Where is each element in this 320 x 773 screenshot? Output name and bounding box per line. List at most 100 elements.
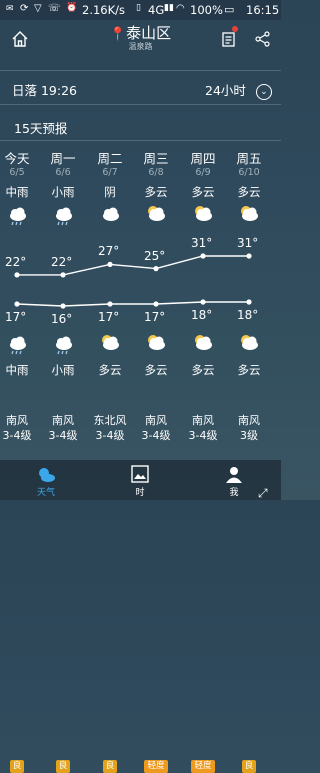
phone-icon: ☏ (48, 3, 61, 14)
wind-info: 南风 3-4级 (133, 413, 179, 443)
tab-me[interactable]: 我 (206, 460, 262, 500)
low-temp-line-point (107, 301, 113, 307)
forecast-condition-day: 中雨 (5, 185, 29, 199)
wind-info: 南风 3-4级 (180, 413, 226, 443)
clock-time: 16:15 (246, 3, 280, 17)
wind-direction: 南风 (145, 414, 167, 427)
aqi-badge: 良 (87, 380, 133, 773)
forecast-condition-day: 多云 (191, 185, 215, 199)
forecast-date: 6/10 (238, 167, 260, 178)
forecast-condition-night: 多云 (144, 363, 168, 377)
wind-level: 3-4级 (188, 429, 218, 442)
tab-weather[interactable]: 天气 (18, 460, 74, 500)
sunset-time: 日落 19:26 (12, 83, 77, 98)
low-temp-line (16, 301, 249, 307)
low-temp-line-point (14, 301, 20, 307)
wind-direction: 南风 (6, 414, 28, 427)
aqi-badge: 轻度 (180, 380, 226, 773)
high-temp-line-point (153, 266, 159, 272)
forecast-condition-day: 多云 (237, 185, 261, 199)
app-notification-icon: ✉ (6, 4, 14, 14)
high-temp-line-point (60, 272, 66, 278)
signal-label: 4G (148, 3, 165, 17)
high-temp-line-point (14, 272, 20, 278)
low-temp-line-point (200, 299, 206, 305)
forecast-condition-night: 小雨 (51, 363, 75, 377)
forecast-condition-night: 多云 (98, 363, 122, 377)
forecast-date: 6/9 (195, 167, 211, 178)
forecast-condition-day: 小雨 (51, 185, 75, 199)
alarm-icon: ⏰ (66, 3, 78, 13)
network-speed: 2.16K/s (82, 3, 126, 17)
wind-direction: 南风 (52, 414, 74, 427)
rain-weather-icon (40, 203, 86, 231)
aqi-badge-label: 良 (103, 760, 117, 773)
forecast-day-label: 周五 (236, 151, 262, 166)
forecast-condition-night: 中雨 (5, 363, 29, 377)
aqi-badge: 良 (40, 380, 86, 773)
notes-icon[interactable] (219, 29, 239, 49)
forecast-day-label: 周三 (143, 151, 169, 166)
notification-dot (232, 26, 238, 32)
forecast-condition-night: 多云 (237, 363, 261, 377)
high-temp-label: 27° (98, 244, 120, 259)
forecast-date: 6/8 (148, 167, 164, 178)
shield-icon: ▽ (34, 3, 42, 14)
low-temp-line-point (153, 301, 159, 307)
status-bar: ✉ ⟳ ▽ ☏ ⏰ 2.16K/s ▯ 4G ▮▮ ◠ 100% ▭ 16:15 (0, 0, 281, 20)
aqi-badge-label: 良 (242, 760, 256, 773)
wind-info: 南风 3级 (226, 413, 272, 443)
vibrate-icon: ▯ (136, 3, 141, 13)
wind-direction: 东北风 (93, 414, 127, 427)
divider (0, 140, 281, 141)
sunny-weather-icon (226, 203, 272, 231)
forecast-day-label: 周一 (50, 151, 76, 166)
wind-info: 东北风 3-4级 (87, 413, 133, 443)
aqi-badge: 良 (226, 380, 272, 773)
sunny-weather-icon (133, 203, 179, 231)
forecast-date: 6/7 (102, 167, 118, 178)
cloud-weather-icon (87, 203, 133, 231)
forecast-date: 6/5 (9, 167, 25, 178)
forecast-condition-day: 阴 (104, 185, 116, 199)
expand-icon[interactable]: ⤢ (258, 486, 268, 501)
share-icon[interactable] (253, 29, 273, 49)
low-temp-label: 17° (98, 310, 120, 324)
divider (0, 70, 281, 71)
low-temp-label: 17° (144, 310, 166, 324)
low-temp-label: 18° (237, 308, 259, 322)
aqi-badge-label: 轻度 (191, 760, 215, 773)
aqi-badge-label: 良 (56, 760, 70, 773)
divider (0, 104, 281, 105)
low-temp-label: 17° (5, 310, 27, 324)
low-temp-line-point (246, 299, 252, 305)
low-temp-label: 16° (51, 312, 73, 326)
profile-tab-icon (226, 467, 242, 483)
app-header: 📍泰山区 温泉路 (0, 20, 281, 58)
aqi-badge-label: 轻度 (144, 760, 168, 773)
forecast-title: 15天预报 (14, 121, 68, 136)
low-temp-label: 18° (191, 308, 213, 322)
wind-level: 3级 (240, 429, 258, 442)
wind-direction: 南风 (192, 414, 214, 427)
hours-toggle[interactable]: 24小时 ⌄ (205, 80, 272, 100)
tab-hourly[interactable]: 时 (112, 460, 168, 500)
wind-direction: 南风 (238, 414, 260, 427)
weather-tab-icon (39, 468, 55, 482)
sunny-weather-icon (180, 203, 226, 231)
forecast-date: 6/6 (55, 167, 71, 178)
sync-icon: ⟳ (20, 3, 29, 14)
wifi-icon: ◠ (176, 3, 185, 14)
aqi-badge: 良 (0, 380, 40, 773)
signal-bars-icon: ▮▮ (164, 3, 174, 13)
battery-percent: 100% (190, 3, 223, 17)
forecast-day-label: 周二 (97, 151, 123, 166)
high-temp-label: 22° (5, 254, 27, 269)
high-temp-label: 22° (51, 254, 73, 269)
rain-weather-icon (0, 203, 40, 231)
wind-info: 南风 3-4级 (40, 413, 86, 443)
wind-level: 3-4级 (48, 429, 78, 442)
forecast-condition-day: 多云 (144, 185, 168, 199)
high-temp-label: 31° (237, 236, 259, 250)
wind-info: 南风 3-4级 (0, 413, 40, 443)
